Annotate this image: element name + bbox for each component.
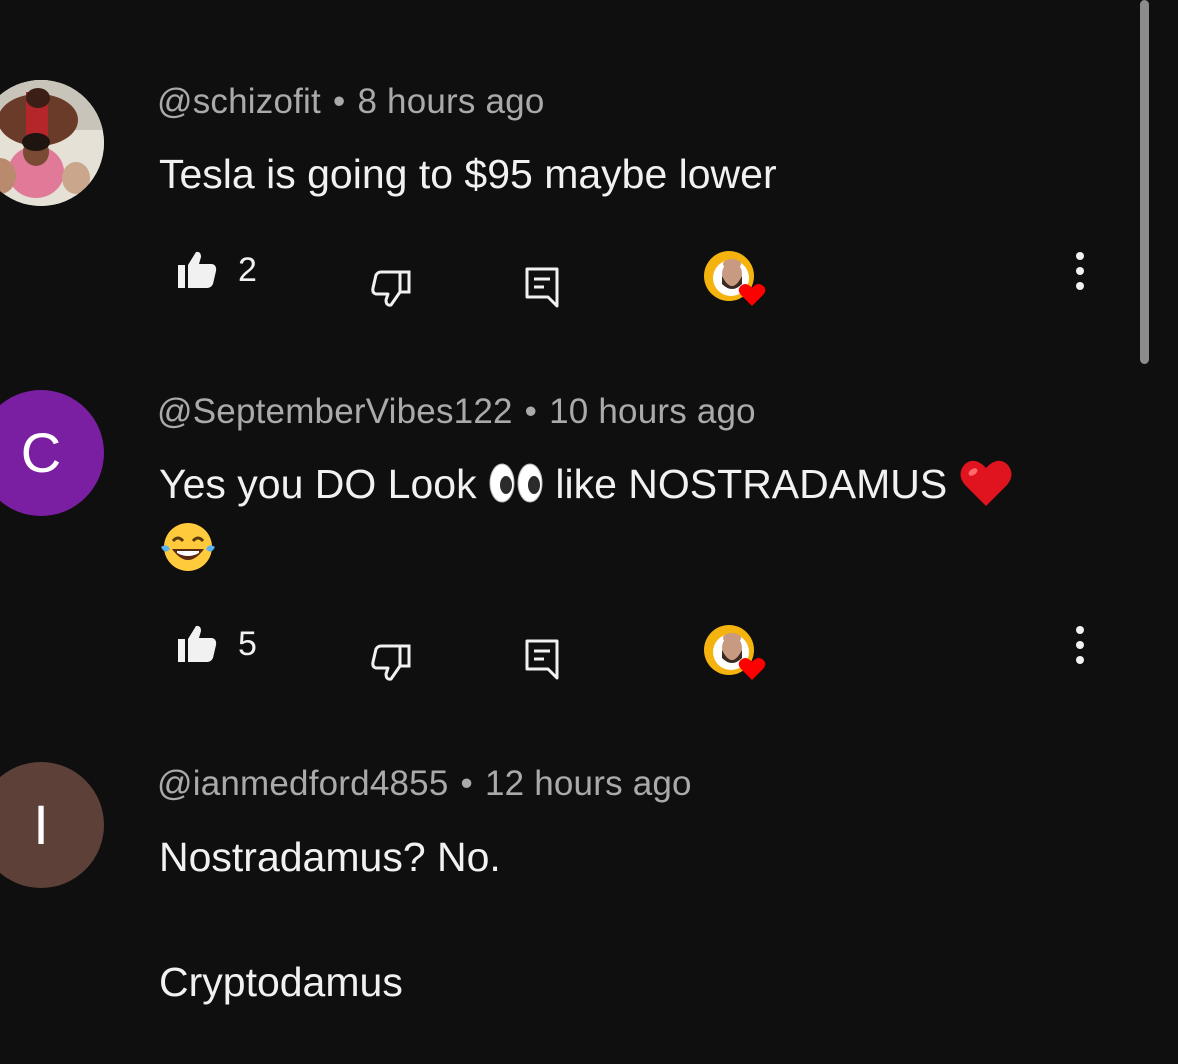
reply-button[interactable] [524,266,560,308]
comment-text: Tesla is going to $95 maybe lower [159,142,777,206]
dislike-button[interactable] [370,268,412,308]
avatar[interactable]: I [0,762,104,888]
thumbs-up-icon [178,251,217,288]
avatar[interactable]: C [0,390,104,516]
reply-button[interactable] [524,638,560,680]
scrollbar[interactable] [1140,0,1149,364]
more-options-button[interactable] [1068,626,1092,666]
thumbs-down-icon [371,270,411,307]
meta-separator: • [524,392,538,431]
thumbs-up-icon [178,625,217,662]
comment-actions: 2 [0,236,1130,308]
comment-line: Yes you DO Look [159,461,477,507]
comment-time[interactable]: 8 hours ago [357,82,544,121]
comment-line: Cryptodamus [159,959,403,1005]
dislike-button[interactable] [370,642,412,682]
comment-actions: 5 [0,610,1130,682]
comment-text: Cryptodamus [159,950,403,1014]
comment-line: Tesla is going to $95 maybe lower [159,151,777,197]
meta-separator: • [332,82,346,121]
creator-heart-icon [704,625,766,680]
more-options-button[interactable] [1068,252,1092,292]
creator-heart [704,250,772,308]
like-button[interactable]: 2 [176,250,257,290]
comment-meta: @ianmedford4855 • 12 hours ago [157,764,692,804]
comment-line: Nostradamus? No. [159,834,501,880]
avatar[interactable] [0,80,104,206]
avatar-letter: I [33,793,49,856]
comment-author[interactable]: @SeptemberVibes122 [157,392,513,431]
comment-text: Nostradamus? No. [159,825,501,889]
avatar-letter: C [20,421,62,484]
more-vertical-icon [1076,626,1084,664]
reply-icon [525,639,559,680]
comment-text: Yes you DO Look like NOSTRADAMUS [159,452,1013,580]
like-count: 5 [238,624,257,663]
thumbs-down-icon [371,644,411,681]
comment-time[interactable]: 10 hours ago [549,392,756,431]
creator-heart [704,624,772,682]
comment-meta: @SeptemberVibes122 • 10 hours ago [157,392,756,432]
avatar-photo [0,80,104,206]
more-vertical-icon [1076,252,1084,290]
comment-time[interactable]: 12 hours ago [485,764,692,803]
comment-meta: @schizofit • 8 hours ago [157,82,545,122]
red-heart-emoji [960,460,1012,507]
meta-separator: • [460,764,473,803]
tears-of-joy-emoji [161,523,215,572]
comment-author[interactable]: @ianmedford4855 [157,764,449,803]
creator-heart-icon [704,251,766,306]
comment-author[interactable]: @schizofit [157,82,321,121]
comment-line: like NOSTRADAMUS [555,461,948,507]
like-count: 2 [238,250,257,289]
like-button[interactable]: 5 [176,624,257,664]
eyes-emoji [489,463,543,503]
reply-icon [525,267,559,308]
